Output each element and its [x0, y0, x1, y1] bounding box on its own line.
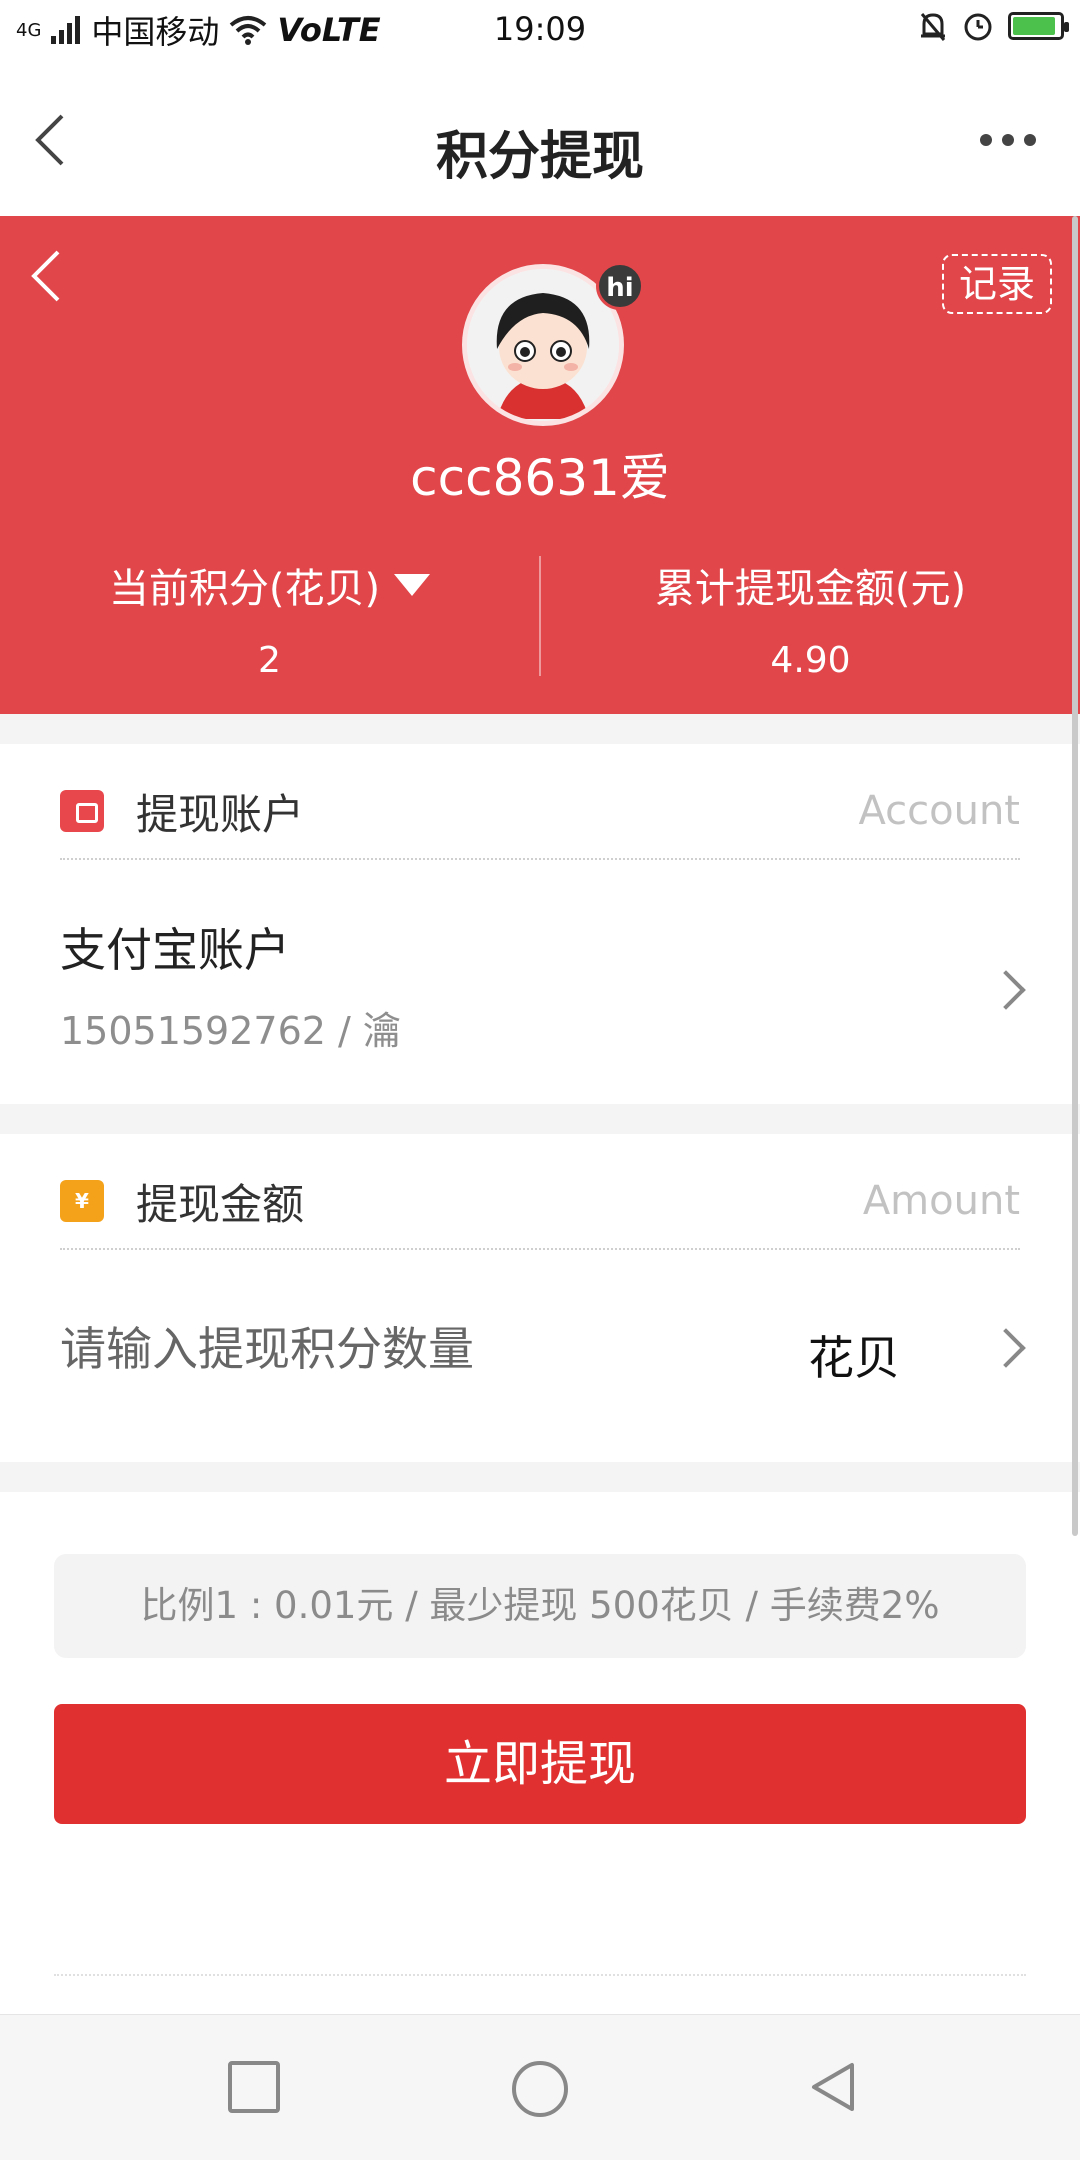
stat-value: 4.90 — [770, 640, 851, 681]
more-icon[interactable] — [980, 134, 1036, 146]
amount-section-header: ¥ 提现金额 Amount — [60, 1174, 1020, 1250]
record-button[interactable]: 记录 — [942, 254, 1052, 314]
scrollbar[interactable] — [1072, 216, 1078, 1536]
home-icon[interactable] — [512, 2061, 568, 2117]
stat-total-withdrawn: 累计提现金额(元) 4.90 — [541, 556, 1080, 696]
stat-label: 当前积分(花贝) — [0, 556, 539, 614]
app-header: 积分提现 — [0, 60, 1080, 216]
rate-info: 比例1 : 0.01元 / 最少提现 500花贝 / 手续费2% — [54, 1554, 1026, 1658]
account-section-header: 提现账户 Account — [60, 784, 1020, 860]
withdraw-now-button[interactable]: 立即提现 — [54, 1704, 1026, 1824]
account-name: 支付宝账户 — [60, 923, 290, 977]
hi-badge: hi — [596, 262, 644, 310]
withdraw-panel: 比例1 : 0.01元 / 最少提现 500花贝 / 手续费2% 立即提现 — [0, 1492, 1080, 2014]
dropdown-caret-icon — [394, 574, 431, 596]
more-dot — [980, 134, 992, 146]
system-nav-bar — [0, 2014, 1080, 2160]
points-amount-input[interactable] — [60, 1322, 780, 1376]
page-title: 积分提现 — [435, 127, 644, 187]
stat-current-points[interactable]: 当前积分(花贝) 2 — [0, 556, 539, 696]
stat-label: 累计提现金额(元) — [541, 556, 1080, 614]
more-dot — [1002, 134, 1014, 146]
account-section-hint: Account — [858, 788, 1020, 834]
alarm-icon — [964, 13, 992, 41]
stat-label-text: 当前积分(花贝) — [108, 566, 381, 612]
chevron-right-icon[interactable] — [986, 1328, 1026, 1368]
battery-icon — [1008, 12, 1069, 40]
account-section-title: 提现账户 — [136, 789, 305, 839]
chevron-right-icon[interactable] — [986, 970, 1026, 1010]
wallet-icon — [60, 790, 104, 832]
stats-row: 当前积分(花贝) 2 累计提现金额(元) 4.90 — [0, 556, 1080, 696]
account-detail: 15051592762 / 瀹 — [60, 1009, 401, 1053]
divider — [54, 1974, 1026, 1976]
nav-back-icon[interactable] — [808, 2061, 860, 2113]
status-bar: 4G 中国移动 VoLTE 19:09 — [0, 0, 1080, 60]
status-right — [918, 10, 1069, 42]
username: ccc8631爱 — [410, 449, 670, 507]
more-dot — [1024, 134, 1036, 146]
profile-back-icon[interactable] — [26, 248, 64, 304]
account-section: 提现账户 Account 支付宝账户 15051592762 / 瀹 — [0, 744, 1080, 1104]
unit-selector[interactable]: 花贝 — [808, 1322, 900, 1388]
cash-icon: ¥ — [60, 1180, 104, 1222]
amount-section: ¥ 提现金额 Amount 花贝 — [0, 1134, 1080, 1462]
stat-label-text: 累计提现金额(元) — [654, 566, 967, 612]
stat-value: 2 — [258, 640, 281, 681]
profile-card: 记录 hi ccc8631爱 当前积分(花贝) 2 累计提现金额(元) 4.90 — [0, 216, 1080, 714]
mute-bell-icon — [920, 13, 946, 41]
recent-apps-icon[interactable] — [228, 2061, 280, 2113]
amount-section-title: 提现金额 — [136, 1179, 305, 1229]
amount-section-hint: Amount — [862, 1178, 1020, 1224]
